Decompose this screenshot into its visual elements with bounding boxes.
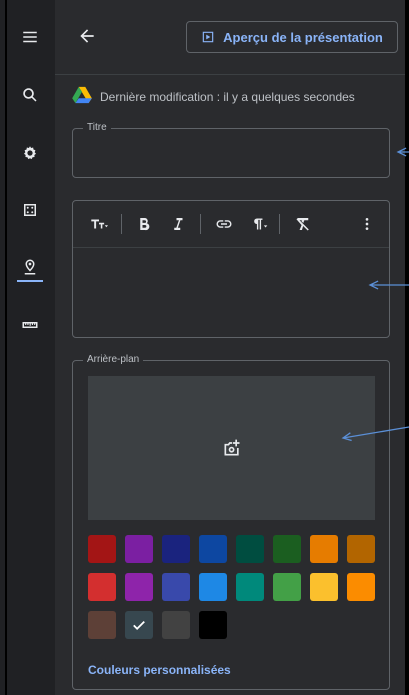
presentation-settings-panel: Aperçu de la présentation Dernière modif… — [55, 0, 405, 695]
left-rail — [5, 0, 55, 695]
color-swatch[interactable] — [347, 535, 375, 563]
back-arrow-icon[interactable] — [77, 26, 99, 48]
search-icon[interactable] — [19, 84, 41, 106]
background-label: Arrière-plan — [83, 354, 144, 365]
background-section: Arrière-plan Couleurs personnalisées — [72, 354, 390, 690]
color-swatch[interactable] — [88, 535, 116, 563]
add-photo-icon — [222, 438, 242, 458]
panel-header: Aperçu de la présentation — [55, 0, 405, 75]
toolbar-separator — [121, 214, 122, 234]
last-modified-status: Dernière modification : il y a quelques … — [72, 86, 355, 107]
title-input[interactable]: Titre — [72, 122, 390, 178]
layers-icon[interactable] — [19, 142, 41, 164]
color-swatch[interactable] — [125, 573, 153, 601]
ruler-icon[interactable] — [19, 314, 41, 336]
color-swatch[interactable] — [162, 535, 190, 563]
active-indicator — [17, 280, 43, 282]
link-icon[interactable] — [213, 212, 235, 236]
color-swatch[interactable] — [88, 611, 116, 639]
color-swatch[interactable] — [88, 573, 116, 601]
paragraph-icon[interactable] — [247, 212, 271, 236]
description-editor — [72, 200, 390, 338]
last-modified-text: Dernière modification : il y a quelques … — [100, 89, 355, 104]
color-swatch[interactable] — [162, 573, 190, 601]
color-swatch[interactable] — [310, 573, 338, 601]
toolbar-separator — [200, 214, 201, 234]
color-swatch[interactable] — [199, 573, 227, 601]
italic-icon[interactable] — [168, 212, 188, 236]
color-swatch[interactable] — [125, 535, 153, 563]
bold-icon[interactable] — [134, 212, 154, 236]
text-size-icon[interactable] — [85, 212, 113, 236]
description-text-area[interactable] — [73, 248, 389, 337]
color-swatch[interactable] — [310, 535, 338, 563]
color-swatch[interactable] — [162, 611, 190, 639]
color-swatch[interactable] — [236, 535, 264, 563]
menu-icon[interactable] — [19, 26, 41, 48]
play-box-icon — [201, 30, 215, 44]
preview-presentation-button[interactable]: Aperçu de la présentation — [186, 21, 398, 53]
color-swatch[interactable] — [125, 611, 153, 639]
background-image-picker[interactable] — [88, 376, 375, 520]
custom-colors-link[interactable]: Couleurs personnalisées — [88, 663, 231, 677]
place-pin-icon[interactable] — [19, 256, 41, 278]
preview-button-label: Aperçu de la présentation — [223, 29, 383, 45]
frame-icon[interactable] — [19, 199, 41, 221]
color-swatch[interactable] — [199, 535, 227, 563]
clear-formatting-icon[interactable] — [292, 212, 314, 236]
rich-text-toolbar — [73, 201, 389, 248]
color-swatch[interactable] — [199, 611, 227, 639]
toolbar-separator — [279, 214, 280, 234]
color-swatch[interactable] — [273, 573, 301, 601]
check-icon — [133, 620, 145, 631]
color-swatch[interactable] — [236, 573, 264, 601]
color-swatch[interactable] — [273, 535, 301, 563]
title-label: Titre — [83, 122, 111, 133]
more-vert-icon[interactable] — [359, 212, 375, 236]
google-drive-icon — [72, 86, 92, 107]
color-swatch[interactable] — [347, 573, 375, 601]
